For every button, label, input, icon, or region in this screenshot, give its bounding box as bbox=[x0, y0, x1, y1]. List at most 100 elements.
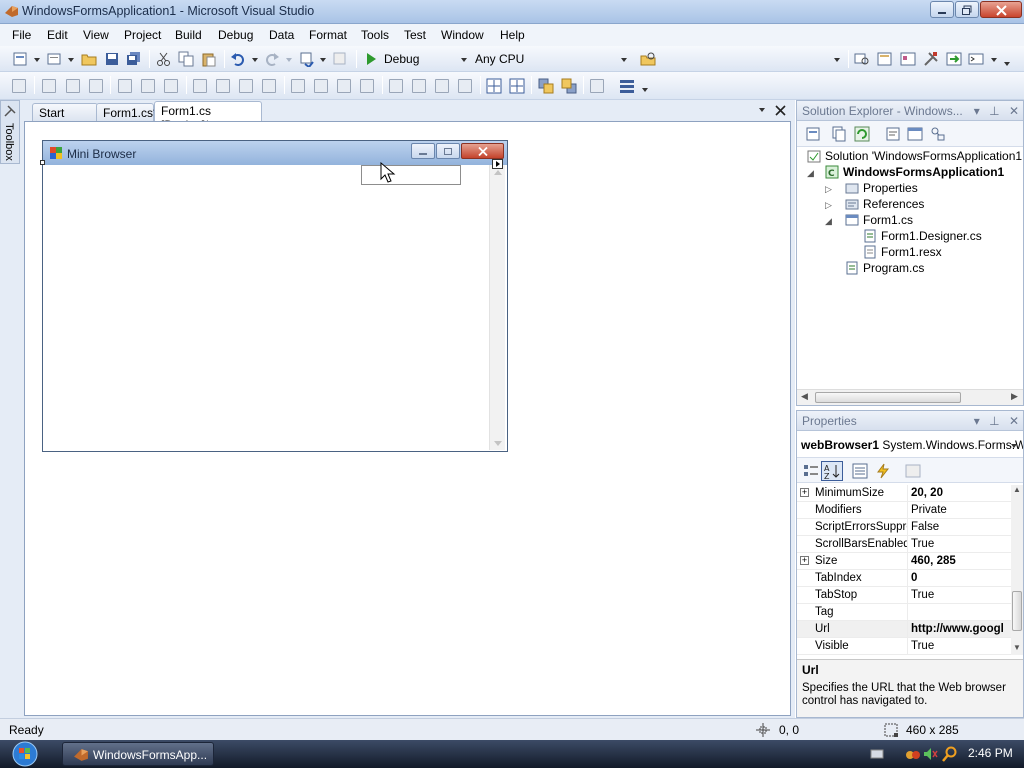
center-horizontally-icon[interactable] bbox=[486, 78, 502, 94]
scroll-up-icon[interactable]: ▲ bbox=[1013, 485, 1021, 494]
expand-arrow-icon[interactable]: ▷ bbox=[825, 200, 832, 211]
find-symbol-icon[interactable] bbox=[854, 51, 870, 67]
find-in-files-icon[interactable] bbox=[640, 51, 656, 67]
alphabetical-button[interactable]: AZ bbox=[821, 461, 843, 481]
expand-arrow-icon[interactable]: ▷ bbox=[825, 184, 832, 195]
tree-item-program[interactable]: Program.cs bbox=[845, 261, 924, 277]
volume-icon[interactable] bbox=[922, 746, 938, 762]
center-vertically-icon[interactable] bbox=[509, 78, 525, 94]
undo-icon[interactable] bbox=[230, 51, 246, 67]
horizontal-spacing-equal-icon[interactable] bbox=[291, 79, 305, 93]
tree-item-references[interactable]: References bbox=[845, 197, 924, 213]
scroll-thumb[interactable] bbox=[1012, 591, 1022, 631]
property-row-tabindex[interactable]: TabIndex 0 bbox=[797, 570, 1011, 587]
align-rights-icon[interactable] bbox=[89, 79, 103, 93]
tab-form1-design[interactable]: Form1.cs [Design]* bbox=[154, 101, 262, 132]
scroll-right-icon[interactable]: ▶ bbox=[1011, 391, 1018, 402]
view-designer-icon[interactable] bbox=[907, 126, 923, 142]
save-all-icon[interactable] bbox=[126, 51, 142, 67]
tree-item-project[interactable]: C WindowsFormsApplication1 bbox=[825, 165, 1004, 181]
panel-menu-icon[interactable]: ▾ bbox=[974, 414, 980, 428]
remove-vertical-spacing-icon[interactable] bbox=[458, 79, 472, 93]
align-middles-icon[interactable] bbox=[141, 79, 155, 93]
navigate-dropdown-icon[interactable] bbox=[320, 58, 326, 62]
pin-icon[interactable]: ⊥ bbox=[989, 104, 999, 118]
tab-start-page[interactable]: Start Page bbox=[32, 103, 98, 134]
toolbar-options-icon[interactable] bbox=[1004, 62, 1010, 66]
send-to-back-icon[interactable] bbox=[561, 78, 577, 94]
decrease-horizontal-spacing-icon[interactable] bbox=[337, 79, 351, 93]
increase-vertical-spacing-icon[interactable] bbox=[412, 79, 426, 93]
decrease-vertical-spacing-icon[interactable] bbox=[435, 79, 449, 93]
property-row-visible[interactable]: Visible True bbox=[797, 638, 1011, 655]
solution-configuration-combo[interactable]: Debug bbox=[380, 50, 472, 69]
tree-item-properties[interactable]: Properties bbox=[845, 181, 918, 197]
scroll-down-icon[interactable]: ▼ bbox=[1013, 643, 1021, 652]
pin-icon[interactable]: ⊥ bbox=[989, 414, 999, 428]
menu-tools[interactable]: Tools bbox=[361, 28, 389, 42]
property-pages-icon[interactable] bbox=[905, 463, 921, 479]
property-value[interactable]: True bbox=[911, 589, 1011, 601]
tree-item-solution[interactable]: Solution 'WindowsFormsApplication1 bbox=[807, 149, 1022, 165]
scroll-left-icon[interactable]: ◀ bbox=[801, 391, 808, 402]
events-icon[interactable] bbox=[875, 463, 891, 479]
close-panel-icon[interactable]: ✕ bbox=[1009, 414, 1019, 428]
menu-help[interactable]: Help bbox=[500, 28, 525, 42]
align-lefts-icon[interactable] bbox=[42, 79, 56, 93]
close-document-icon[interactable] bbox=[775, 105, 786, 116]
bring-to-front-icon[interactable] bbox=[538, 78, 554, 94]
tree-item-form1[interactable]: Form1.cs bbox=[845, 213, 913, 229]
property-row-size[interactable]: + Size 460, 285 bbox=[797, 553, 1011, 570]
menu-edit[interactable]: Edit bbox=[47, 28, 68, 42]
align-bottoms-icon[interactable] bbox=[164, 79, 178, 93]
restore-button[interactable] bbox=[955, 1, 979, 18]
panel-menu-icon[interactable]: ▾ bbox=[974, 104, 980, 118]
property-value[interactable]: True bbox=[911, 538, 1011, 550]
property-value[interactable]: False bbox=[911, 521, 1011, 533]
view-code-icon[interactable] bbox=[885, 126, 901, 142]
expand-plus-icon[interactable]: + bbox=[800, 556, 809, 565]
redo-dropdown-icon[interactable] bbox=[286, 58, 292, 62]
redo-icon[interactable] bbox=[264, 51, 280, 67]
make-same-width-icon[interactable] bbox=[193, 79, 207, 93]
properties-window-icon[interactable] bbox=[877, 51, 893, 67]
tab-order-icon[interactable] bbox=[619, 78, 635, 94]
tab-form1-code[interactable]: Form1.cs* bbox=[96, 103, 158, 121]
property-row-url[interactable]: Url http://www.googl bbox=[797, 621, 1011, 638]
cut-icon[interactable] bbox=[156, 51, 172, 67]
refresh-icon[interactable] bbox=[854, 126, 870, 142]
size-to-grid-icon[interactable] bbox=[216, 79, 230, 93]
show-all-files-icon[interactable] bbox=[831, 126, 847, 142]
active-files-dropdown-icon[interactable] bbox=[759, 108, 765, 112]
save-icon[interactable] bbox=[104, 51, 120, 67]
property-value[interactable]: http://www.googl bbox=[911, 623, 1011, 635]
start-debugging-icon[interactable] bbox=[363, 51, 379, 67]
make-same-size-icon[interactable] bbox=[262, 79, 276, 93]
paste-icon[interactable] bbox=[201, 51, 217, 67]
property-value[interactable]: Private bbox=[911, 504, 1011, 516]
search-icon[interactable] bbox=[942, 746, 958, 762]
add-item-icon[interactable] bbox=[46, 51, 62, 67]
network-icon[interactable] bbox=[905, 746, 921, 762]
keyboard-icon[interactable] bbox=[870, 748, 884, 760]
solution-platform-combo[interactable]: Any CPU bbox=[471, 50, 631, 69]
close-panel-icon[interactable]: ✕ bbox=[1009, 104, 1019, 118]
navigate-forward-icon[interactable] bbox=[332, 51, 348, 67]
undo-dropdown-icon[interactable] bbox=[252, 58, 258, 62]
clock[interactable]: 2:46 PM bbox=[968, 746, 1013, 760]
align-centers-icon[interactable] bbox=[66, 79, 80, 93]
menu-window[interactable]: Window bbox=[441, 28, 484, 42]
categorized-icon[interactable] bbox=[803, 463, 819, 479]
remove-horizontal-spacing-icon[interactable] bbox=[360, 79, 374, 93]
properties-icon[interactable] bbox=[805, 126, 821, 142]
copy-icon[interactable] bbox=[178, 51, 194, 67]
property-value[interactable]: 0 bbox=[911, 572, 1011, 584]
property-grid-scrollbar[interactable]: ▲ ▼ bbox=[1011, 485, 1023, 655]
property-row-modifiers[interactable]: Modifiers Private bbox=[797, 502, 1011, 519]
menu-project[interactable]: Project bbox=[124, 28, 161, 42]
scroll-thumb[interactable] bbox=[815, 392, 961, 403]
properties-view-icon[interactable] bbox=[852, 463, 868, 479]
toolbox-tab[interactable]: Toolbox bbox=[0, 100, 20, 164]
menu-format[interactable]: Format bbox=[309, 28, 347, 42]
find-combo[interactable] bbox=[662, 50, 844, 69]
